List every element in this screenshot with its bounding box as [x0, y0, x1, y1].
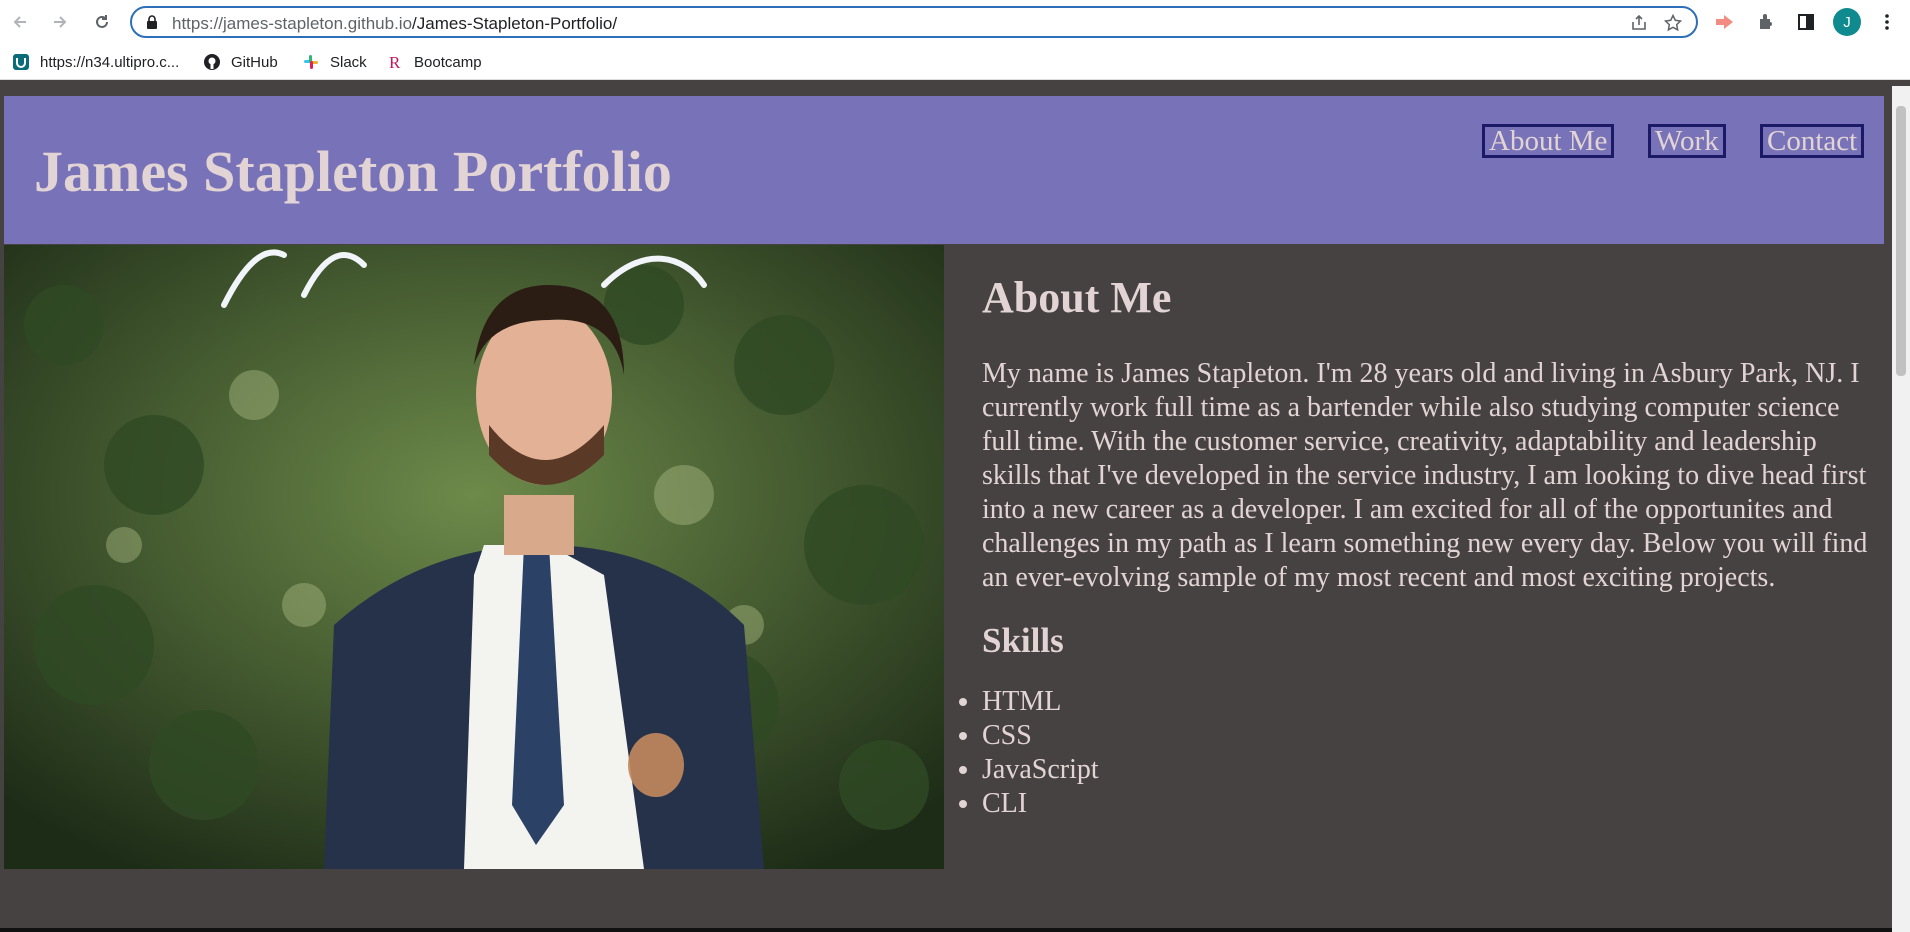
skill-item: JavaScript	[982, 753, 1882, 787]
extensions-icon[interactable]	[1753, 9, 1779, 35]
ultipro-icon	[12, 53, 30, 71]
scrollbar-thumb[interactable]	[1896, 106, 1906, 376]
site-title: James Stapleton Portfolio	[34, 139, 672, 204]
skills-heading: Skills	[982, 621, 1064, 660]
nav-contact[interactable]: Contact	[1760, 124, 1865, 158]
github-icon	[203, 53, 221, 71]
site-header: James Stapleton Portfolio About Me Work …	[4, 96, 1884, 244]
bookmark-label: https://n34.ultipro.c...	[40, 53, 180, 71]
skill-item: CLI	[982, 787, 1882, 821]
about-section: About Me My name is James Stapleton. I'm…	[982, 272, 1882, 821]
svg-text:R: R	[389, 53, 401, 71]
bookmark-label: Slack	[330, 53, 367, 71]
url-text: https://james-stapleton.github.io/James-…	[172, 14, 617, 34]
skill-item: HTML	[982, 685, 1882, 719]
forward-icon[interactable]	[46, 8, 74, 36]
lock-icon	[146, 15, 158, 34]
menu-kebab-icon[interactable]	[1874, 9, 1900, 35]
nav-about-me[interactable]: About Me	[1482, 124, 1615, 158]
bookmarks-bar: https://n34.ultipro.c... GitHub Slack R …	[0, 44, 1910, 80]
avatar-letter: J	[1843, 13, 1851, 31]
bookmark-github[interactable]: GitHub	[203, 52, 278, 72]
bookmark-ultipro[interactable]: https://n34.ultipro.c...	[12, 52, 179, 72]
slack-icon	[302, 53, 320, 71]
back-icon[interactable]	[6, 8, 34, 36]
star-icon[interactable]	[1663, 13, 1683, 37]
bootcamp-icon: R	[386, 53, 404, 71]
skill-item: CSS	[982, 719, 1882, 753]
url-path: /James-Stapleton-Portfolio/	[412, 14, 618, 33]
page-viewport: James Stapleton Portfolio About Me Work …	[0, 86, 1892, 932]
share-icon[interactable]	[1630, 14, 1648, 37]
profile-photo	[4, 245, 944, 869]
vertical-scrollbar[interactable]	[1892, 86, 1910, 932]
reload-icon[interactable]	[88, 8, 116, 36]
address-bar[interactable]: https://james-stapleton.github.io/James-…	[130, 6, 1698, 38]
section-divider	[0, 928, 1892, 932]
bookmark-slack[interactable]: Slack	[302, 52, 367, 72]
skills-list: HTML CSS JavaScript CLI	[944, 685, 1882, 821]
bookmark-label: Bootcamp	[414, 53, 482, 71]
browser-toolbar: https://james-stapleton.github.io/James-…	[0, 0, 1910, 44]
nav-work[interactable]: Work	[1648, 124, 1726, 158]
bookmark-label: GitHub	[231, 53, 278, 71]
extension-arrow-icon[interactable]	[1712, 9, 1738, 35]
profile-avatar[interactable]: J	[1833, 8, 1861, 36]
side-panel-icon[interactable]	[1793, 9, 1819, 35]
about-heading: About Me	[982, 273, 1172, 322]
bookmark-bootcamp[interactable]: R Bootcamp	[386, 52, 482, 72]
url-host: https://james-stapleton.github.io	[172, 14, 413, 33]
about-bio: My name is James Stapleton. I'm 28 years…	[982, 358, 1868, 593]
